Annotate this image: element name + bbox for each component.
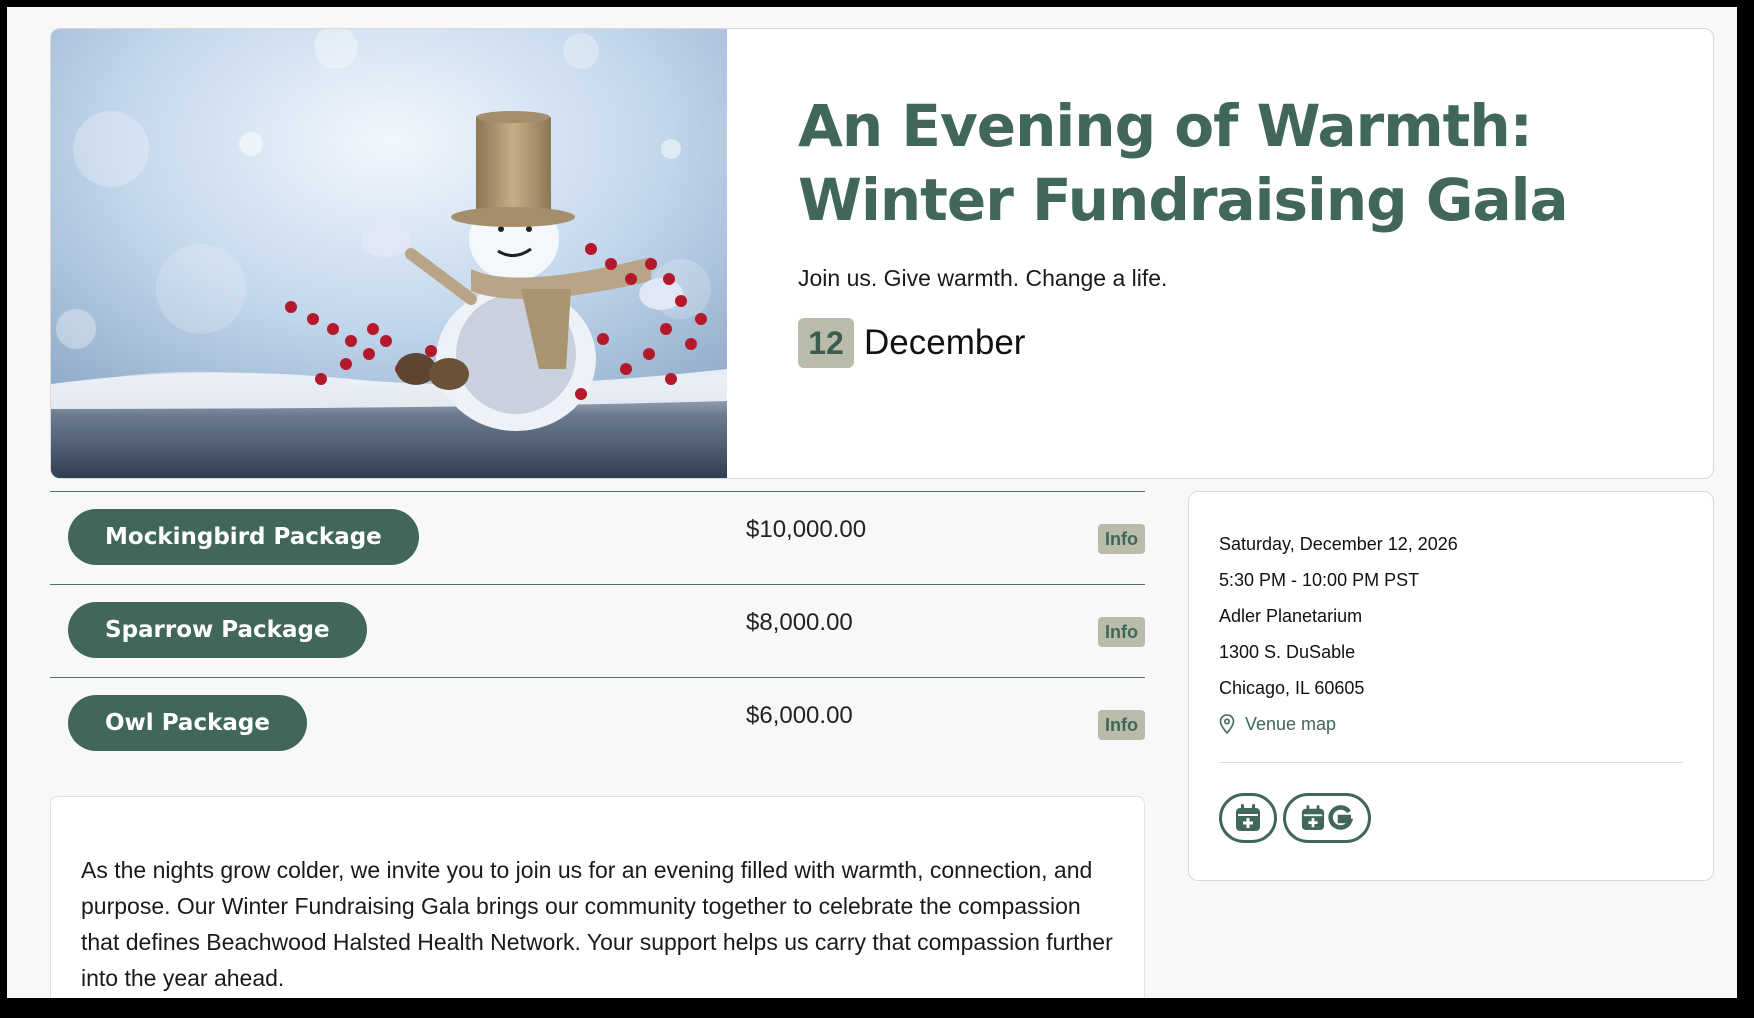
divider [1219, 762, 1683, 763]
event-tagline: Join us. Give warmth. Change a life. [798, 265, 1168, 291]
venue-map-label: Venue map [1245, 714, 1337, 734]
event-description: As the nights grow colder, we invite you… [81, 857, 1113, 991]
event-hero-card: An Evening of Warmth: Winter Fundraising… [50, 28, 1714, 479]
event-details-card: Saturday, December 12, 2026 5:30 PM - 10… [1188, 491, 1714, 881]
event-title: An Evening of Warmth: Winter Fundraising… [798, 89, 1678, 237]
map-pin-icon [1219, 714, 1235, 734]
event-date-full: Saturday, December 12, 2026 [1219, 534, 1458, 554]
venue-address-line-2: Chicago, IL 60605 [1219, 678, 1365, 698]
package-row: Owl Package $6,000.00 Info [50, 677, 1145, 770]
package-mockingbird-button[interactable]: Mockingbird Package [68, 509, 419, 565]
package-price: $10,000.00 [746, 516, 867, 543]
package-price: $6,000.00 [746, 702, 853, 729]
page-frame: An Evening of Warmth: Winter Fundraising… [7, 7, 1737, 998]
package-row: Mockingbird Package $10,000.00 Info [50, 491, 1145, 584]
package-info-button[interactable]: Info [1098, 524, 1145, 554]
package-info-button[interactable]: Info [1098, 710, 1145, 740]
event-header: An Evening of Warmth: Winter Fundraising… [798, 89, 1678, 368]
package-list: Mockingbird Package $10,000.00 Info Spar… [50, 491, 1145, 770]
package-sparrow-button[interactable]: Sparrow Package [68, 602, 367, 658]
date-month: December [864, 323, 1026, 362]
package-owl-button[interactable]: Owl Package [68, 695, 307, 751]
package-row: Sparrow Package $8,000.00 Info [50, 584, 1145, 677]
calendar-add-icon [1236, 804, 1260, 831]
venue-name: Adler Planetarium [1219, 606, 1363, 626]
add-to-google-calendar-button[interactable] [1283, 793, 1371, 843]
google-g-icon [1328, 805, 1353, 830]
event-banner-image [51, 29, 727, 478]
venue-map-link[interactable]: Venue map [1219, 706, 1683, 742]
event-title-line-2: Winter Fundraising Gala [798, 166, 1569, 234]
event-description-card: As the nights grow colder, we invite you… [50, 796, 1145, 998]
package-info-button[interactable]: Info [1098, 617, 1145, 647]
add-to-calendar-button[interactable] [1219, 793, 1277, 843]
venue-address-line-1: 1300 S. DuSable [1219, 642, 1356, 662]
add-to-calendar-group [1219, 793, 1683, 843]
package-price: $8,000.00 [746, 609, 853, 636]
event-title-line-1: An Evening of Warmth: [798, 92, 1533, 160]
event-time: 5:30 PM - 10:00 PM PST [1219, 570, 1420, 590]
event-date: 12 December [798, 318, 1678, 368]
calendar-add-icon [1301, 805, 1325, 830]
date-day-badge: 12 [798, 318, 854, 368]
